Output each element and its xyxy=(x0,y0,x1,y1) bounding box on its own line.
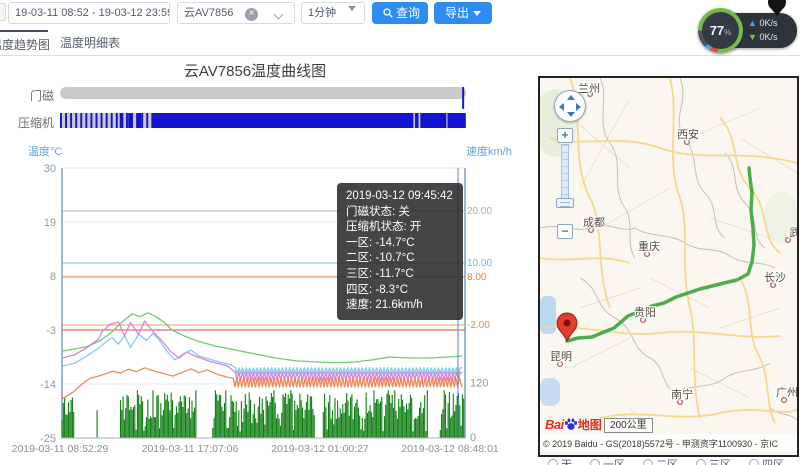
baidu-map[interactable]: 兰州西安成都重庆贵阳 长沙 武汉南宁 广州 昆明 + − Bai 地图 200公里 © 2… xyxy=(538,76,799,457)
map-scale: 200公里 xyxy=(604,418,653,433)
series-line-二区 xyxy=(62,333,462,373)
zone-radio-label: 一区 xyxy=(603,456,625,465)
upload-arrow-icon: ▲ xyxy=(748,18,757,28)
door-status-bar xyxy=(60,87,466,99)
compressor-on-segment xyxy=(420,113,446,128)
city-label-武汉: 武汉 xyxy=(789,226,797,239)
chart-tooltip: 2019-03-12 09:45:42 门磁状态: 关 压缩机状态: 开 一区:… xyxy=(337,183,463,320)
pin-cursor-icon xyxy=(763,0,791,16)
city-label-广州: 广州 xyxy=(776,386,797,399)
gauge-percent-unit: % xyxy=(724,28,731,37)
city-label-贵阳: 贵阳 xyxy=(634,306,656,319)
radio-icon[interactable] xyxy=(590,459,600,465)
map-pan-control[interactable] xyxy=(554,90,586,122)
zone-radio-label: 三区 xyxy=(709,456,731,465)
tooltip-zone1: 一区: -14.7°C xyxy=(346,236,454,252)
zone-radio-三区[interactable]: 三区 xyxy=(696,456,731,465)
y-left-tick-label: 30 xyxy=(44,163,56,175)
map-attribution: © 2019 Baidu - GS(2018)5572号 - 甲测资字11009… xyxy=(540,434,797,452)
y-left-tick-label: -14 xyxy=(40,379,56,391)
pan-down-icon[interactable] xyxy=(567,112,575,117)
radio-icon[interactable] xyxy=(643,459,653,465)
tooltip-zone2: 二区: -10.7°C xyxy=(346,251,454,267)
compressor-on-segment xyxy=(448,113,466,128)
radio-icon[interactable] xyxy=(749,459,759,465)
city-label-兰州: 兰州 xyxy=(578,82,600,95)
radio-icon[interactable] xyxy=(696,459,706,465)
tooltip-zone3: 三区: -11.7°C xyxy=(346,267,454,283)
city-label-重庆: 重庆 xyxy=(638,239,660,253)
x-axis-tick-label: 2019-03-12 01:00:27 xyxy=(271,443,369,455)
compressor-on-segment xyxy=(415,113,418,128)
zoom-in-button[interactable]: + xyxy=(557,128,573,143)
y-left-tick-label: -3 xyxy=(46,325,56,337)
threshold-label: 10.00 xyxy=(467,258,492,269)
door-open-tick xyxy=(462,87,464,109)
city-label-长沙: 长沙 xyxy=(764,271,786,284)
baidu-logo-word: 地图 xyxy=(578,418,602,432)
vehicle-pin[interactable] xyxy=(557,313,577,341)
download-speed: 0K/s xyxy=(759,32,777,42)
baidu-paw-icon xyxy=(564,418,578,431)
zone-radio-label: 四区 xyxy=(762,456,784,465)
tooltip-compressor: 压缩机状态: 开 xyxy=(346,220,454,236)
speed-series xyxy=(62,390,464,437)
x-axis-tick-label: 2019-03-11 08:52:29 xyxy=(12,443,109,455)
major-roads xyxy=(540,78,797,423)
tooltip-door: 门磁状态: 关 xyxy=(346,205,454,221)
radio-icon[interactable] xyxy=(548,459,558,465)
zone-radio-label: 天 xyxy=(561,456,572,465)
tooltip-speed: 速度: 21.6km/h xyxy=(346,298,454,314)
pan-up-icon[interactable] xyxy=(567,95,575,100)
x-axis-tick-label: 2019-03-12 08:48:01 xyxy=(401,443,499,455)
zoom-slider-track[interactable] xyxy=(561,144,569,202)
zone-radio-天[interactable]: 天 xyxy=(548,456,572,465)
y-left-tick-label: 19 xyxy=(44,217,56,229)
city-label-南宁: 南宁 xyxy=(671,387,693,401)
net-speed-rows: ▲ 0K/s ▼ 0K/s xyxy=(748,17,777,44)
zone-radio-四区[interactable]: 四区 xyxy=(749,456,784,465)
zoom-slider-handle[interactable] xyxy=(556,198,574,208)
pan-left-icon[interactable] xyxy=(559,103,564,111)
zone-legend: 天 一区 二区 三区 四区 xyxy=(548,456,784,465)
map-canvas: 兰州西安成都重庆贵阳 长沙 武汉南宁 广州 昆明 xyxy=(540,78,797,455)
baidu-logo-text: Bai xyxy=(545,417,564,432)
pan-right-icon[interactable] xyxy=(576,103,581,111)
city-label-成都: 成都 xyxy=(583,216,605,229)
compressor-on-segment xyxy=(153,113,414,128)
city-label-西安: 西安 xyxy=(677,127,699,141)
gauge-percent: 77 xyxy=(710,23,724,38)
zone-radio-label: 二区 xyxy=(656,456,678,465)
threshold-label: -2.00 xyxy=(467,320,490,331)
zone-radio-一区[interactable]: 一区 xyxy=(590,456,625,465)
threshold-label: 20.00 xyxy=(467,206,492,217)
zone-radio-二区[interactable]: 二区 xyxy=(643,456,678,465)
tooltip-time: 2019-03-12 09:45:42 xyxy=(346,189,454,205)
upload-speed: 0K/s xyxy=(759,18,777,28)
memory-gauge[interactable]: 77% xyxy=(698,8,743,53)
zoom-out-button[interactable]: − xyxy=(557,224,573,239)
compressor-on-segment xyxy=(137,113,141,128)
baidu-logo: Bai 地图 xyxy=(545,416,602,433)
compressor-on-segment xyxy=(120,113,124,128)
y-right-tick-label: 120 xyxy=(470,377,488,389)
download-arrow-icon: ▼ xyxy=(748,32,757,42)
x-axis-tick-label: 2019-03-11 17:07:06 xyxy=(142,443,239,455)
tooltip-zone4: 四区: -8.3°C xyxy=(346,283,454,299)
y-left-tick-label: 8 xyxy=(50,271,56,283)
compressor-on-segment xyxy=(128,113,132,128)
threshold-label: 8.00 xyxy=(467,272,487,283)
city-label-昆明: 昆明 xyxy=(550,350,572,363)
